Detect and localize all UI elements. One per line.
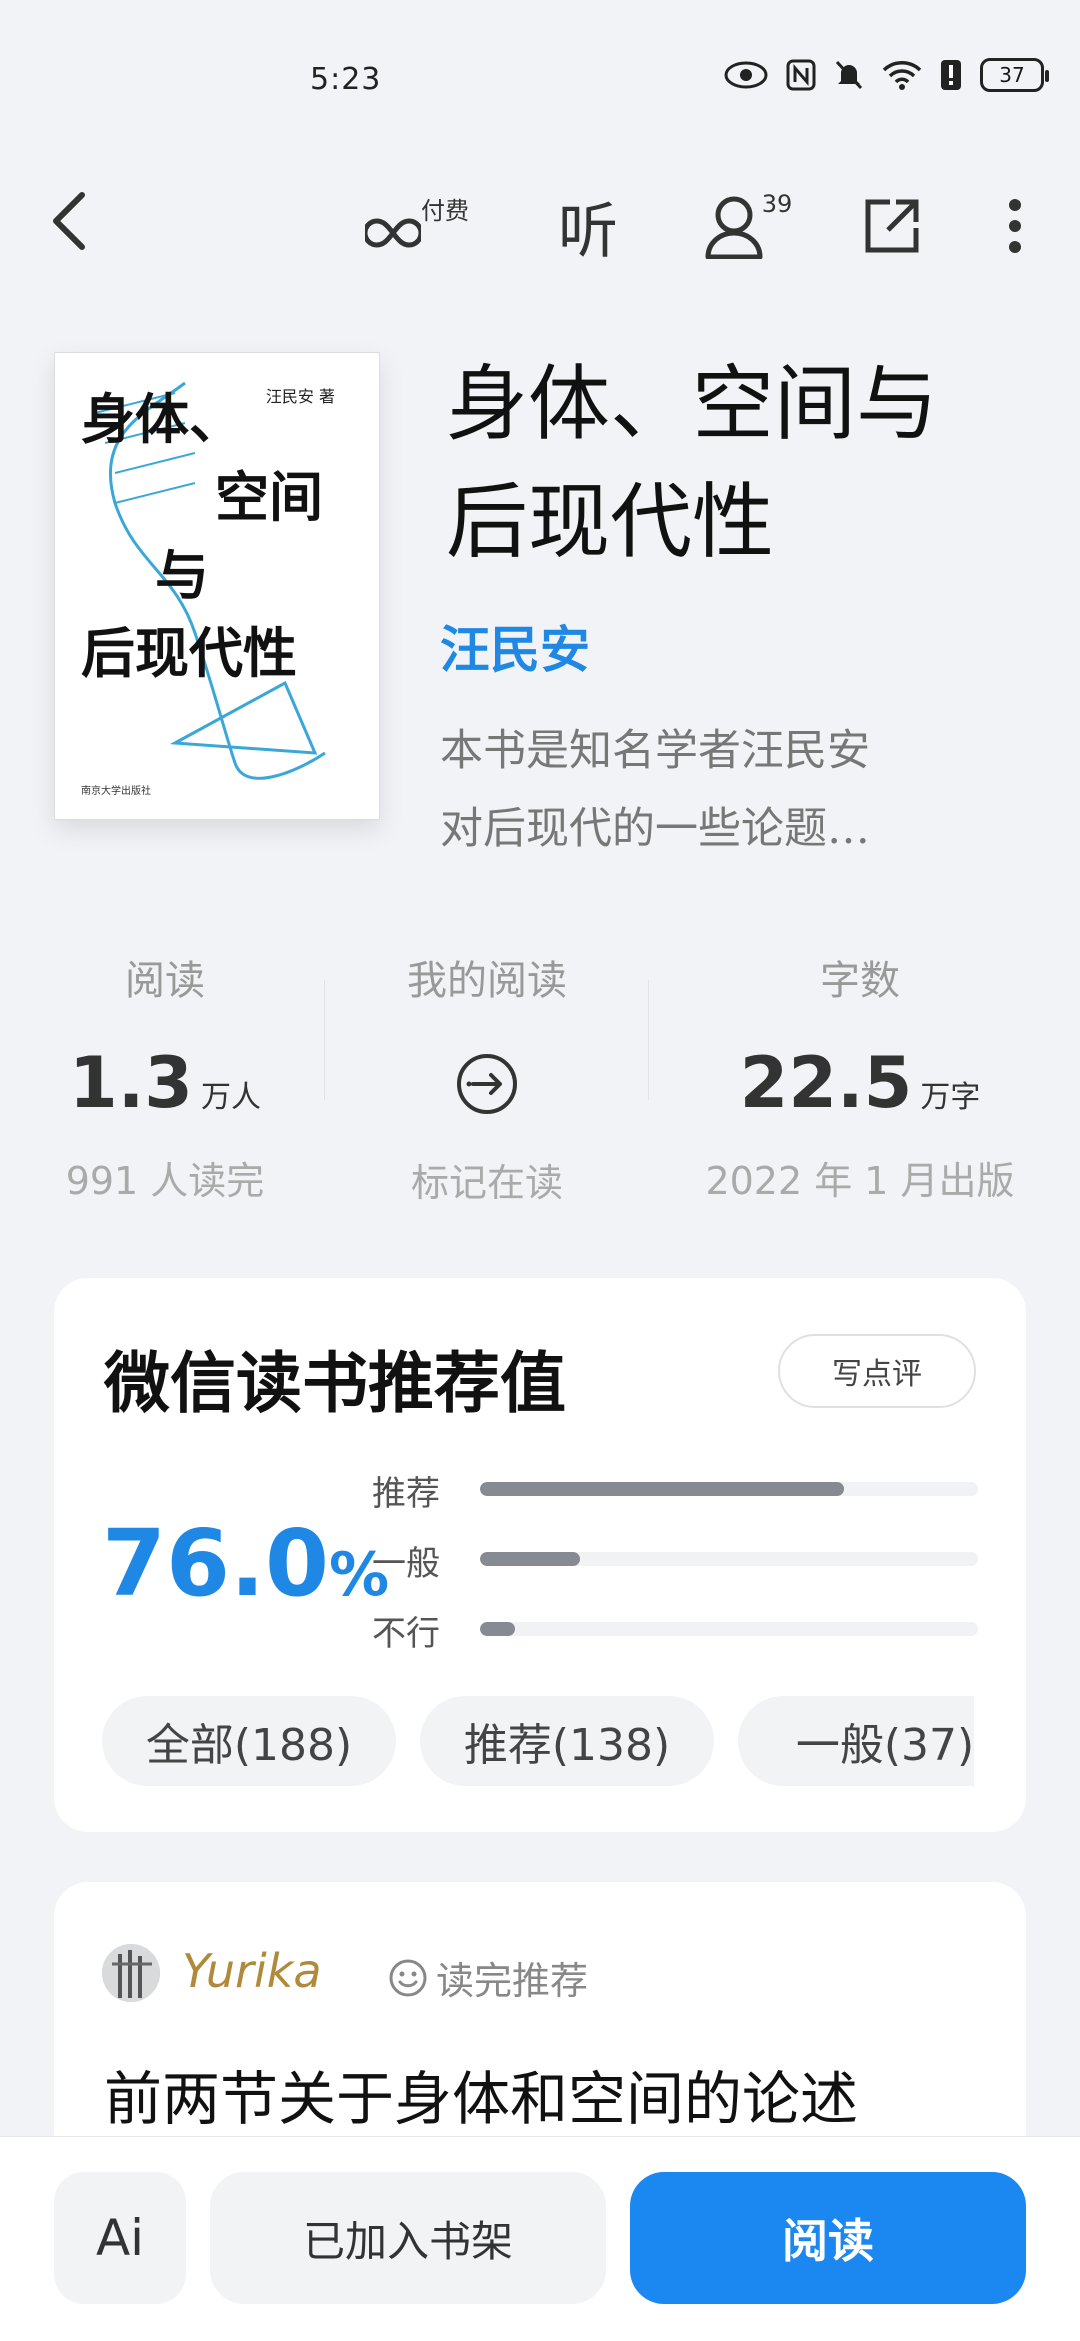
readers-count: 39	[761, 190, 793, 218]
stat-my-reading-label: 我的阅读	[407, 958, 567, 1004]
bar-recommend	[480, 1482, 978, 1496]
person-icon	[705, 196, 763, 259]
stat-words-sub: 2022 年 1 月出版	[705, 1159, 1015, 1203]
chevron-left-icon	[53, 192, 85, 250]
cover-author: 汪民安 著	[265, 387, 335, 406]
status-icons: 37	[724, 58, 1049, 92]
paid-button[interactable]: 付费	[362, 186, 472, 266]
avatar[interactable]	[102, 1944, 160, 2002]
stat-words-label: 字数	[820, 958, 900, 1004]
listen-label: 听	[558, 196, 618, 267]
share-icon	[865, 199, 919, 253]
arrow-circle-icon	[457, 1054, 517, 1114]
review-text: 前两节关于身体和空间的论述	[104, 2065, 859, 2133]
book-description[interactable]: 本书是知名学者汪民安 对后现代的一些论题…	[440, 712, 1000, 868]
chip-average[interactable]: 一般(37)	[738, 1696, 974, 1786]
review-tag: 读完推荐	[388, 1950, 588, 2005]
stat-my-reading[interactable]: 我的阅读 标记在读	[322, 948, 652, 1207]
bar-average	[480, 1552, 978, 1566]
rating-percent: 76.0%	[102, 1510, 390, 1617]
author-link[interactable]: 汪民安	[440, 610, 590, 682]
filter-chips: 全部(188) 推荐(138) 一般(37)	[54, 1690, 974, 1800]
cover-publisher: 南京大学出版社	[81, 786, 151, 797]
stat-reads-sub: 991 人读完	[65, 1159, 265, 1203]
stat-words[interactable]: 字数 22.5 万字 2022 年 1 月出版	[690, 948, 1030, 1205]
book-title: 身体、空间与 后现代性	[446, 357, 939, 570]
reviewer-name[interactable]: Yurika	[182, 1944, 322, 1998]
mute-bell-icon	[835, 60, 863, 90]
smile-icon	[389, 1959, 427, 1996]
more-button[interactable]	[990, 186, 1040, 266]
chip-all[interactable]: 全部(188)	[102, 1696, 396, 1786]
stat-words-value: 22.5 万字	[739, 1042, 981, 1124]
cover-title-2: 空间	[215, 466, 323, 529]
bar-label-recommend: 推荐	[372, 1474, 440, 1514]
stat-reads-label: 阅读	[125, 958, 205, 1004]
stat-reads[interactable]: 阅读 1.3 万人 991 人读完	[0, 948, 330, 1205]
cover-title-1: 身体、	[81, 388, 243, 451]
ai-button[interactable]: Ai	[54, 2172, 186, 2304]
stat-reads-value: 1.3 万人	[68, 1042, 261, 1124]
readers-button[interactable]: 39	[700, 186, 800, 266]
bar-label-bad: 不行	[372, 1614, 440, 1654]
stat-my-reading-sub: 标记在读	[410, 1161, 563, 1205]
eye-icon	[724, 61, 768, 89]
rating-title: 微信读书推荐值	[104, 1344, 566, 1422]
chip-recommend[interactable]: 推荐(138)	[420, 1696, 714, 1786]
more-vertical-icon	[1009, 199, 1021, 253]
book-cover[interactable]: 汪民安 著 身体、 空间 与 后现代性 南京大学出版社	[54, 352, 380, 820]
avatar-image	[102, 1944, 160, 2002]
cover-title-4: 后现代性	[81, 622, 297, 685]
back-button[interactable]	[38, 186, 98, 256]
bar-bad	[480, 1622, 978, 1636]
cover-title-3: 与	[155, 544, 209, 607]
listen-button[interactable]: 听	[548, 186, 628, 267]
write-review-button[interactable]: 写点评	[778, 1334, 976, 1408]
alert-icon	[941, 60, 961, 90]
bar-label-average: 一般	[372, 1544, 440, 1584]
infinity-icon	[365, 218, 421, 248]
read-button[interactable]: 阅读	[630, 2172, 1026, 2304]
stat-divider	[648, 980, 649, 1100]
battery-indicator: 37	[980, 58, 1049, 92]
wifi-icon	[882, 61, 922, 90]
paid-label: 付费	[421, 196, 469, 225]
add-to-shelf-button[interactable]: 已加入书架	[210, 2172, 606, 2304]
status-time: 5:23	[310, 62, 382, 97]
ai-label: Ai	[95, 2209, 145, 2267]
share-button[interactable]	[852, 186, 932, 266]
nfc-icon	[786, 59, 816, 91]
review-tag-label: 读完推荐	[436, 1959, 589, 2003]
